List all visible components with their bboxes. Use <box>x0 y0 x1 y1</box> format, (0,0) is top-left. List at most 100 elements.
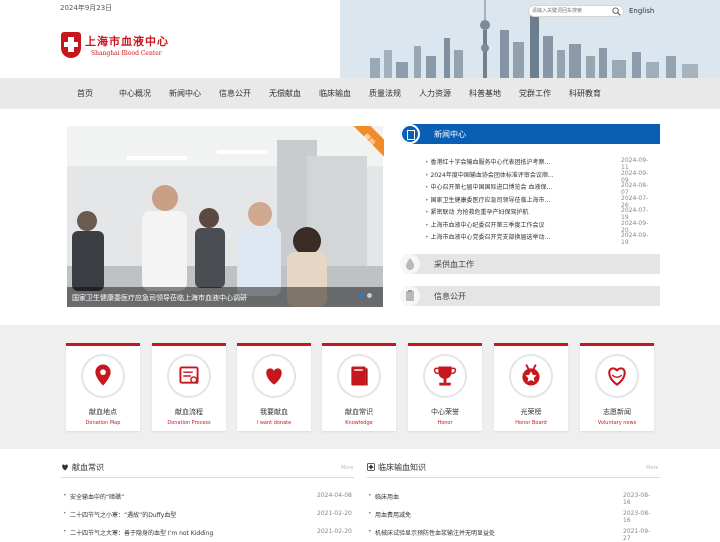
news-list: 香港红十字会输血服务中心代表团抵沪考察...2024-09-11 2024年度中… <box>425 155 655 246</box>
process-icon <box>167 354 211 398</box>
list-item-title[interactable]: 用血费用减免 <box>368 510 411 519</box>
knowledge-section-title: 献血常识 <box>72 463 104 472</box>
list-item-date: 2023-08-16 <box>623 510 651 524</box>
info-disclosure-bar[interactable]: 信息公开 <box>400 286 660 306</box>
news-item-date: 2024-09-19 <box>621 232 649 246</box>
header: 2024年9月23日 上海市血液中心 Shanghai Blood Center <box>0 0 720 78</box>
service-card-donate[interactable]: 我要献血 I want donate <box>237 343 311 431</box>
list-item-title[interactable]: 二十四节气之小寒：“遇故”的Duffy血型 <box>63 510 176 519</box>
service-card-honor-board[interactable]: 光荣榜 Honor Board <box>494 343 568 431</box>
news-banner-carousel[interactable]: 国家卫生健康委医疗应急司领导莅临上海市血液中心调研 <box>67 126 383 307</box>
news-item[interactable]: 香港红十字会输血服务中心代表团抵沪考察...2024-09-11 <box>425 155 655 171</box>
nav-item-science-base[interactable]: 科普基地 <box>469 88 501 99</box>
list-item[interactable]: 二十四节气之大寒：善于隐身的血型 I'm not Kidding 2021-02-… <box>62 528 352 540</box>
news-item-title[interactable]: 国家卫生健康委医疗应急司领导莅临上海市... <box>425 195 575 204</box>
nav-item-research[interactable]: 科研教育 <box>569 88 601 99</box>
clipboard-icon <box>400 286 420 306</box>
nav-item-hr[interactable]: 人力资源 <box>419 88 451 99</box>
shield-heart-icon <box>62 464 68 471</box>
service-card-subtitle: Honor Board <box>515 420 547 426</box>
news-item-title[interactable]: 2024年度中国输血协会团体标准评审会议顺... <box>425 170 575 179</box>
nav-item-disclosure[interactable]: 信息公开 <box>219 88 251 99</box>
service-card-knowledge[interactable]: 献血常识 Knowledge <box>322 343 396 431</box>
service-card-honor[interactable]: 中心荣誉 Honor <box>408 343 482 431</box>
list-item-title[interactable]: 机械床试验显示预防性血浆输注并无明显益处 <box>368 528 495 537</box>
service-card-subtitle: Knowledge <box>345 420 373 426</box>
news-item[interactable]: 紧密联动 为抢救危重孕产妇保驾护航2024-07-19 <box>425 205 655 221</box>
list-item[interactable]: 机械床试验显示预防性血浆输注并无明显益处2021-09-27 <box>367 528 657 542</box>
news-item[interactable]: 2024年度中国输血协会团体标准评审会议顺...2024-09-09 <box>425 168 655 184</box>
list-item-date: 2021-02-20 <box>317 510 352 517</box>
knowledge-more-link[interactable]: More <box>341 465 353 471</box>
service-card-donation-process[interactable]: 献血流程 Donation Process <box>152 343 226 431</box>
service-card-title: 光荣榜 <box>520 408 542 416</box>
nav-item-about[interactable]: 中心概况 <box>119 88 151 99</box>
list-item-date: 2024-04-08 <box>317 492 352 499</box>
news-item-title[interactable]: 上海市血液中心纪委召开第三季度工作会议 <box>425 220 575 229</box>
news-item-title[interactable]: 紧密联动 为抢救危重孕产妇保驾护航 <box>425 207 575 216</box>
list-item-title[interactable]: 临床用血 <box>368 492 399 501</box>
list-item[interactable]: 临床用血 2023-08-16 <box>367 492 657 506</box>
news-item-title[interactable]: 中心召开第七届中国国际进口博览会 血液保... <box>425 182 575 191</box>
search-icon[interactable] <box>612 7 621 16</box>
news-center-header[interactable]: 新闻中心 <box>400 124 660 144</box>
service-card-title: 献血流程 <box>175 408 203 416</box>
main-nav: 首页 中心概况 新闻中心 信息公开 无偿献血 临床输血 质量法规 人力资源 科普… <box>0 78 720 109</box>
service-card-donation-map[interactable]: 献血地点 Donation Map <box>66 343 140 431</box>
divider <box>61 477 354 478</box>
supply-work-bar[interactable]: 采供血工作 <box>400 254 660 274</box>
service-card-title: 志愿新闻 <box>603 408 631 416</box>
news-item-title[interactable]: 上海市血液中心党委召开党支部换届选举动... <box>425 232 575 241</box>
search-box[interactable] <box>528 5 624 17</box>
logo-english-name: Shanghai Blood Center <box>91 50 162 57</box>
nav-item-party[interactable]: 党群工作 <box>519 88 551 99</box>
news-center-title: 新闻中心 <box>434 130 466 139</box>
current-date: 2024年9月23日 <box>60 4 113 12</box>
list-item-title[interactable]: 安全输血中的“暗礁” <box>63 492 124 501</box>
logo-chinese-name: 上海市血液中心 <box>85 35 169 48</box>
banner-caption-bar: 国家卫生健康委医疗应急司领导莅临上海市血液中心调研 <box>67 287 383 307</box>
news-item[interactable]: 上海市血液中心党委召开党支部换届选举动... 2024-09-19 <box>425 230 655 246</box>
nav-item-news[interactable]: 新闻中心 <box>169 88 201 99</box>
search-input[interactable] <box>532 7 612 15</box>
carousel-dot-active[interactable] <box>359 293 364 298</box>
clinical-section-title: 临床输血知识 <box>378 463 426 472</box>
list-item[interactable]: 安全输血中的“暗礁” 2024-04-08 <box>62 492 352 504</box>
service-card-title: 我要献血 <box>260 408 288 416</box>
nav-item-quality[interactable]: 质量法规 <box>369 88 401 99</box>
news-item-title[interactable]: 香港红十字会输血服务中心代表团抵沪考察... <box>425 157 575 166</box>
service-card-subtitle: Donation Process <box>167 420 211 426</box>
medal-icon <box>509 354 553 398</box>
info-disclosure-label: 信息公开 <box>434 292 466 301</box>
book-icon <box>337 354 381 398</box>
list-item-date: 2023-08-16 <box>623 492 651 506</box>
service-card-subtitle: Donation Map <box>85 420 121 426</box>
service-card-volunteer-news[interactable]: 志愿新闻 Voluntary news <box>580 343 654 431</box>
list-item-title[interactable]: 二十四节气之大寒：善于隐身的血型 I'm not Kidding <box>63 528 213 537</box>
carousel-dot[interactable] <box>367 293 372 298</box>
blood-drop-icon <box>400 254 420 274</box>
list-item-date: 2021-02-20 <box>317 528 352 535</box>
latest-ribbon: 最新 <box>348 126 384 162</box>
heart-icon <box>252 354 296 398</box>
map-pin-icon <box>81 354 125 398</box>
banner-caption: 国家卫生健康委医疗应急司领导莅临上海市血液中心调研 <box>72 294 247 302</box>
site-logo[interactable]: 上海市血液中心 Shanghai Blood Center <box>61 32 181 62</box>
nav-item-home[interactable]: 首页 <box>77 88 93 99</box>
nav-item-transfusion[interactable]: 临床输血 <box>319 88 351 99</box>
supply-work-label: 采供血工作 <box>434 260 474 269</box>
medical-cross-icon <box>367 463 375 471</box>
clinical-more-link[interactable]: More <box>646 465 658 471</box>
news-item[interactable]: 中心召开第七届中国国际进口博览会 血液保...2024-08-07 <box>425 180 655 196</box>
service-card-subtitle: Honor <box>437 420 453 426</box>
red-cross-badge-icon <box>61 32 81 58</box>
service-card-title: 献血地点 <box>89 408 117 416</box>
list-item[interactable]: 二十四节气之小寒：“遇故”的Duffy血型 2021-02-20 <box>62 510 352 522</box>
divider <box>367 477 660 478</box>
language-link-english[interactable]: English <box>629 7 654 15</box>
list-item[interactable]: 用血费用减免 2023-08-16 <box>367 510 657 524</box>
nav-item-donation[interactable]: 无偿献血 <box>269 88 301 99</box>
service-card-title: 献血常识 <box>345 408 373 416</box>
news-item[interactable]: 上海市血液中心纪委召开第三季度工作会议2024-09-20 <box>425 218 655 234</box>
news-item[interactable]: 国家卫生健康委医疗应急司领导莅临上海市...2024-07-26 <box>425 193 655 209</box>
